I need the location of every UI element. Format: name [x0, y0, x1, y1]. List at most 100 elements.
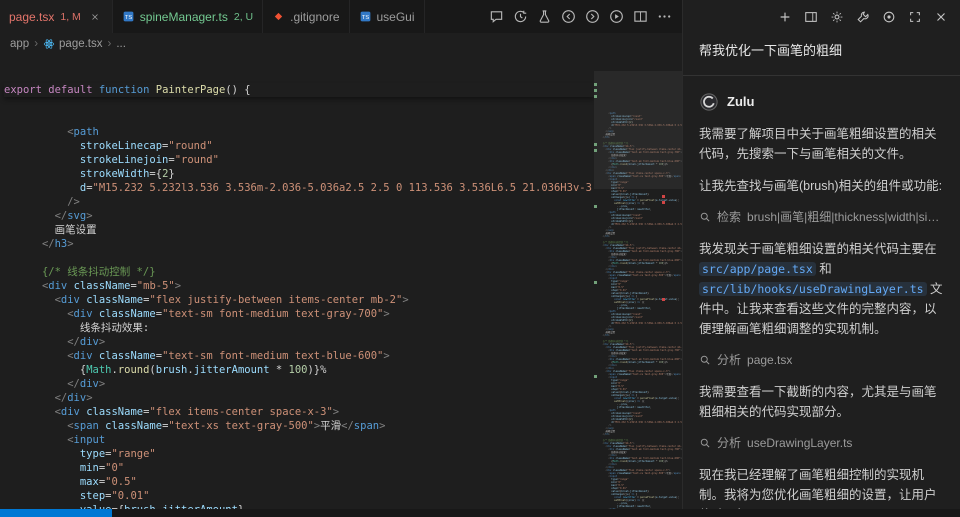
search-icon: [699, 211, 711, 223]
code-line: d="M15.232 5.232l3.536 3.536m-2.036-5.03…: [4, 181, 594, 195]
tab-badge: 1, M: [60, 11, 80, 23]
close-icon[interactable]: [934, 10, 948, 24]
paragraph-text: 和: [816, 262, 832, 276]
play-circle-icon[interactable]: [609, 9, 624, 24]
breadcrumb-separator: ›: [34, 38, 38, 50]
chat-messages: 帮我优化一下画笔的粗细 Zulu 我需要了解项目中关于画笔粗细设置的相关代码，先…: [683, 33, 960, 509]
code-line: <div className="flex items-center space-…: [4, 405, 594, 419]
minimap[interactable]: <path strokeLinecap="round" strokeLinejo…: [594, 55, 682, 509]
minimap-git-tick: [594, 83, 597, 86]
tab-label: useGui: [377, 10, 415, 24]
code-line: <span className="text-xs text-gray-500">…: [4, 419, 594, 433]
file-link[interactable]: src/app/page.tsx: [699, 262, 816, 276]
code-line: </div>: [4, 391, 594, 405]
search-icon: [699, 354, 711, 366]
search-icon: [699, 437, 711, 449]
assistant-paragraph: 让我先查找与画笔(brush)相关的组件或功能:: [699, 176, 944, 196]
breadcrumb: app›page.tsx›...: [0, 33, 682, 55]
tool-call-label: 检索: [717, 207, 741, 227]
paragraph-text: 现在我已经理解了画笔粗细控制的实现机制。我将为您优化画笔粗细的设置，让用户体验更…: [699, 468, 937, 509]
code-line: {Math.round(brush.jitterAmount * 100)}%: [4, 363, 594, 377]
tab-label: page.tsx: [9, 10, 54, 24]
assistant-header: Zulu: [699, 92, 944, 112]
breadcrumb-label: page.tsx: [59, 38, 102, 50]
code-line: max="0.5": [4, 475, 594, 489]
sticky-scroll-line[interactable]: export default function PainterPage() {: [4, 83, 594, 97]
code-line: <div className="text-sm font-medium text…: [4, 349, 594, 363]
tab-spineManager.ts[interactable]: TSspineManager.ts2, U: [113, 0, 263, 33]
tab-close-icon[interactable]: [88, 9, 103, 24]
minimap-git-tick: [594, 375, 597, 378]
split-editor-icon[interactable]: [633, 9, 648, 24]
paragraph-text: 我需要查看一下截断的内容，尤其是与画笔粗细相关的代码实现部分。: [699, 385, 937, 419]
editor-pane: export default function PainterPage() { …: [0, 55, 682, 509]
layout-icon[interactable]: [804, 10, 818, 24]
code-line: </h3>: [4, 237, 594, 251]
paragraph-text: 我发现关于画笔粗细设置的相关代码主要在: [699, 242, 937, 256]
minimap-error-tick: [662, 201, 665, 204]
code-line: </div>: [4, 335, 594, 349]
ts-file-icon: TS: [359, 10, 372, 23]
chat-panel: 帮我优化一下画笔的粗细 Zulu 我需要了解项目中关于画笔粗细设置的相关代码，先…: [683, 0, 960, 509]
tools-icon[interactable]: [856, 10, 870, 24]
user-message: 帮我优化一下画笔的粗细: [699, 33, 944, 75]
tool-call-detail: brush|画笔|粗细|thickness|width|size (240): [747, 207, 944, 227]
history-icon[interactable]: [513, 9, 528, 24]
assistant-response: 我需要了解项目中关于画笔粗细设置的相关代码，先搜索一下与画笔相关的文件。让我先查…: [699, 124, 944, 509]
breadcrumb-label: app: [10, 38, 29, 50]
assistant-name: Zulu: [727, 92, 754, 112]
breadcrumb-item-page.tsx[interactable]: page.tsx: [43, 38, 102, 50]
beaker-icon[interactable]: [537, 9, 552, 24]
breadcrumb-item-...[interactable]: ...: [116, 38, 126, 50]
chat-icon[interactable]: [489, 9, 504, 24]
code-line: <div className="flex justify-between ite…: [4, 293, 594, 307]
breadcrumb-item-app[interactable]: app: [10, 38, 29, 50]
tool-call-detail: useDrawingLayer.ts: [747, 433, 852, 453]
code-line: strokeLinejoin="round": [4, 153, 594, 167]
assistant-paragraph: 我需要了解项目中关于画笔粗细设置的相关代码，先搜索一下与画笔相关的文件。: [699, 124, 944, 164]
minimap-error-tick: [662, 195, 665, 198]
tab-label: .gitignore: [290, 10, 339, 24]
tab-useGui[interactable]: TS useGui: [350, 0, 425, 33]
minimap-git-tick: [594, 95, 597, 98]
minimap-git-tick: [594, 143, 597, 146]
tab-strip: page.tsx1, MTSspineManager.ts2, U.gitign…: [0, 0, 425, 33]
code-editor[interactable]: export default function PainterPage() { …: [0, 55, 594, 509]
back-circle-icon[interactable]: [561, 9, 576, 24]
code-line: [4, 251, 594, 265]
code-line: <div className="text-sm font-medium text…: [4, 307, 594, 321]
record-icon[interactable]: [882, 10, 896, 24]
code-line: <input: [4, 433, 594, 447]
editor-column: page.tsx1, MTSspineManager.ts2, U.gitign…: [0, 0, 683, 509]
tool-call-row[interactable]: 分析 useDrawingLayer.ts: [699, 433, 944, 453]
assistant-paragraph: 我需要查看一下截断的内容，尤其是与画笔粗细相关的代码实现部分。: [699, 382, 944, 422]
code-line: step="0.01": [4, 489, 594, 503]
tool-call-row[interactable]: 分析page.tsx: [699, 350, 944, 370]
tab-label: spineManager.ts: [140, 10, 228, 24]
plus-icon[interactable]: [778, 10, 792, 24]
svg-text:TS: TS: [125, 15, 132, 21]
tab-.gitignore[interactable]: .gitignore: [263, 0, 349, 33]
tool-call-row[interactable]: 检索 brush|画笔|粗细|thickness|width|size (240): [699, 207, 944, 227]
code-line: 线条抖动效果:: [4, 321, 594, 335]
forward-circle-icon[interactable]: [585, 9, 600, 24]
code-line: value={brush.jitterAmount}: [4, 503, 594, 509]
expand-icon[interactable]: [908, 10, 922, 24]
chat-divider: [683, 75, 960, 76]
breadcrumb-label: ...: [116, 38, 126, 50]
remote-indicator[interactable]: [0, 509, 112, 517]
main-area: page.tsx1, MTSspineManager.ts2, U.gitign…: [0, 0, 960, 509]
svg-text:TS: TS: [361, 15, 368, 21]
tool-call-label: 分析: [717, 433, 741, 453]
code-line: strokeLinecap="round": [4, 139, 594, 153]
tab-page.tsx[interactable]: page.tsx 1, M: [0, 0, 113, 33]
more-icon[interactable]: [657, 9, 672, 24]
gear-icon[interactable]: [830, 10, 844, 24]
file-link[interactable]: src/lib/hooks/useDrawingLayer.ts: [699, 282, 927, 296]
tool-call-label: 分析: [717, 350, 741, 370]
code-line: 画笔设置: [4, 223, 594, 237]
code-lines: <path strokeLinecap="round" strokeLinejo…: [4, 125, 594, 509]
code-line: <div className="mb-5">: [4, 279, 594, 293]
minimap-git-tick: [594, 281, 597, 284]
minimap-git-tick: [594, 205, 597, 208]
